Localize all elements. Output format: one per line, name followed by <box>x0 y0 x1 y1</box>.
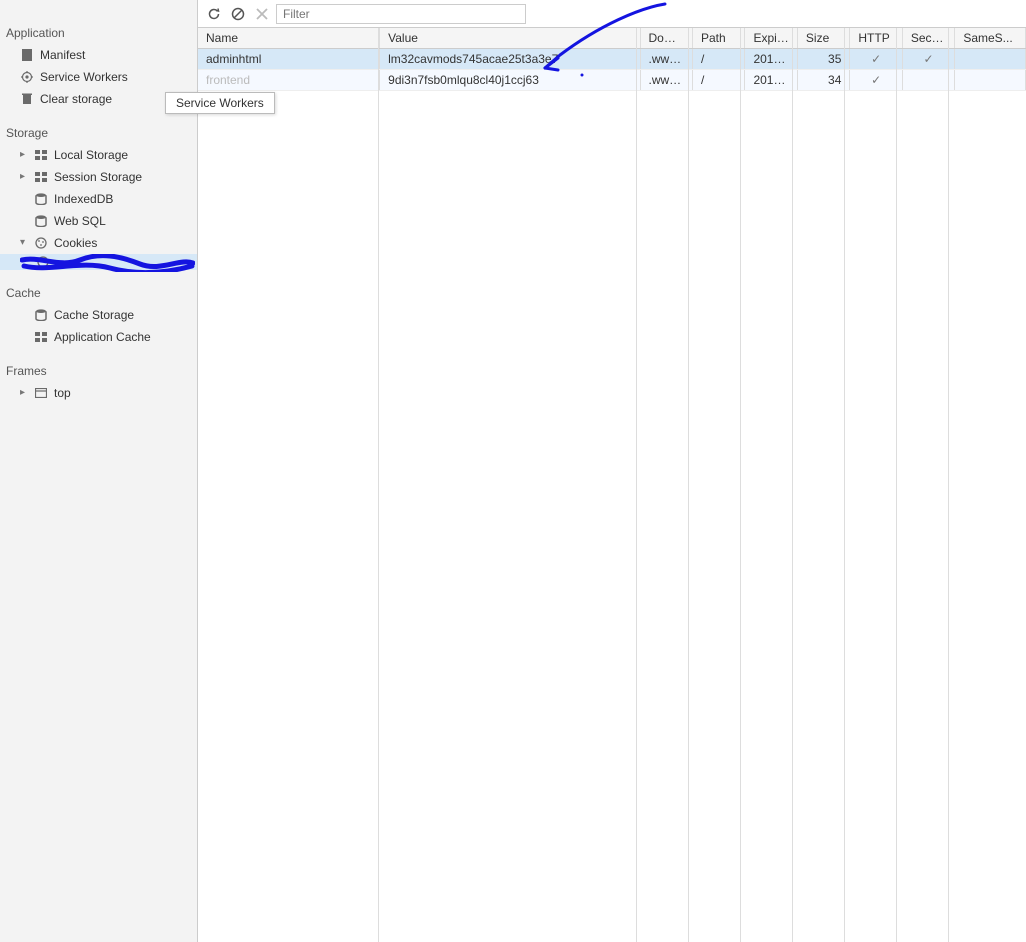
section-storage: Storage <box>0 122 197 144</box>
col-name[interactable]: Name <box>198 28 380 49</box>
col-domain[interactable]: Domain <box>640 28 692 49</box>
cell-samesite <box>955 49 1026 70</box>
col-expires[interactable]: Expire... <box>745 28 797 49</box>
application-sidebar: Application Manifest Service Workers Cle… <box>0 0 198 942</box>
cookie-icon <box>34 237 48 249</box>
col-http[interactable]: HTTP <box>850 28 902 49</box>
delete-button[interactable] <box>252 4 272 24</box>
col-path[interactable]: Path <box>692 28 744 49</box>
sidebar-item-manifest[interactable]: Manifest <box>0 44 197 66</box>
grid-icon <box>34 172 48 182</box>
column-divider[interactable] <box>636 28 637 942</box>
cell-domain: .www.... <box>640 70 692 91</box>
gear-icon <box>20 71 34 83</box>
column-divider[interactable] <box>688 28 689 942</box>
column-divider[interactable] <box>792 28 793 942</box>
database-icon <box>34 193 48 205</box>
column-divider[interactable] <box>948 28 949 942</box>
col-secure[interactable]: Secure <box>902 28 954 49</box>
cell-size: 35 <box>797 49 849 70</box>
sidebar-item-cookie-origin[interactable] <box>0 254 197 270</box>
file-icon <box>20 49 34 61</box>
cell-expires: 2018-... <box>745 49 797 70</box>
sidebar-item-label: Session Storage <box>54 168 142 186</box>
chevron-right-icon: ▸ <box>20 168 28 186</box>
clear-all-button[interactable] <box>228 4 248 24</box>
refresh-button[interactable] <box>204 4 224 24</box>
section-cache: Cache <box>0 282 197 304</box>
sidebar-item-local-storage[interactable]: ▸ Local Storage <box>0 144 197 166</box>
col-value[interactable]: Value <box>380 28 640 49</box>
sidebar-item-label: Clear storage <box>40 90 112 108</box>
chevron-right-icon: ▸ <box>20 146 28 164</box>
cell-name: adminhtml <box>198 49 380 70</box>
sidebar-item-session-storage[interactable]: ▸ Session Storage <box>0 166 197 188</box>
trash-icon <box>20 93 34 105</box>
cell-path: / <box>692 49 744 70</box>
cell-name: frontend <box>198 70 380 91</box>
section-application: Application <box>0 22 197 44</box>
cookies-table-container[interactable]: Name Value Domain Path Expire... Size HT… <box>198 28 1026 942</box>
sidebar-item-cache-storage[interactable]: Cache Storage <box>0 304 197 326</box>
column-divider[interactable] <box>844 28 845 942</box>
grid-icon <box>34 150 48 160</box>
sidebar-item-top[interactable]: ▸ top <box>0 382 197 404</box>
sidebar-item-label: Cache Storage <box>54 306 134 324</box>
sidebar-item-label: Local Storage <box>54 146 128 164</box>
cell-http: ✓ <box>850 49 902 70</box>
cell-secure: ✓ <box>902 49 954 70</box>
sidebar-item-label: Service Workers <box>40 68 128 86</box>
table-header-row: Name Value Domain Path Expire... Size HT… <box>198 28 1026 49</box>
cell-path: / <box>692 70 744 91</box>
col-size[interactable]: Size <box>797 28 849 49</box>
column-divider[interactable] <box>740 28 741 942</box>
grid-icon <box>34 332 48 342</box>
sidebar-item-label: IndexedDB <box>54 190 113 208</box>
column-divider[interactable] <box>896 28 897 942</box>
sidebar-item-label: Application Cache <box>54 328 151 346</box>
cell-value: 9di3n7fsb0mlqu8cl40j1ccj63 <box>380 70 640 91</box>
database-icon <box>34 215 48 227</box>
column-divider[interactable] <box>378 28 379 942</box>
window-icon <box>34 388 48 398</box>
cell-domain: .www.... <box>640 49 692 70</box>
cookie-icon <box>36 256 50 268</box>
sidebar-item-indexeddb[interactable]: IndexedDB <box>0 188 197 210</box>
table-row[interactable]: adminhtml lm32cavmods745acae25t3a3e7 .ww… <box>198 49 1026 70</box>
filter-input[interactable] <box>276 4 526 24</box>
col-samesite[interactable]: SameS... <box>955 28 1026 49</box>
sidebar-item-label: Web SQL <box>54 212 106 230</box>
chevron-down-icon: ▾ <box>20 234 28 252</box>
sidebar-item-label: Cookies <box>54 234 97 252</box>
main-panel: Name Value Domain Path Expire... Size HT… <box>198 0 1026 942</box>
cookies-toolbar <box>198 0 1026 28</box>
sidebar-item-label: top <box>54 384 71 402</box>
sidebar-item-service-workers[interactable]: Service Workers <box>0 66 197 88</box>
sidebar-item-clear-storage[interactable]: Clear storage <box>0 88 197 110</box>
sidebar-item-websql[interactable]: Web SQL <box>0 210 197 232</box>
cell-expires: 2018-... <box>745 70 797 91</box>
cell-secure <box>902 70 954 91</box>
sidebar-item-label: Manifest <box>40 46 85 64</box>
cell-samesite <box>955 70 1026 91</box>
chevron-right-icon: ▸ <box>20 384 28 402</box>
section-frames: Frames <box>0 360 197 382</box>
sidebar-item-application-cache[interactable]: Application Cache <box>0 326 197 348</box>
sidebar-item-cookies[interactable]: ▾ Cookies <box>0 232 197 254</box>
cell-value: lm32cavmods745acae25t3a3e7 <box>380 49 640 70</box>
database-icon <box>34 309 48 321</box>
cell-http: ✓ <box>850 70 902 91</box>
cookies-table: Name Value Domain Path Expire... Size HT… <box>198 28 1026 91</box>
cell-size: 34 <box>797 70 849 91</box>
table-row[interactable]: frontend 9di3n7fsb0mlqu8cl40j1ccj63 .www… <box>198 70 1026 91</box>
